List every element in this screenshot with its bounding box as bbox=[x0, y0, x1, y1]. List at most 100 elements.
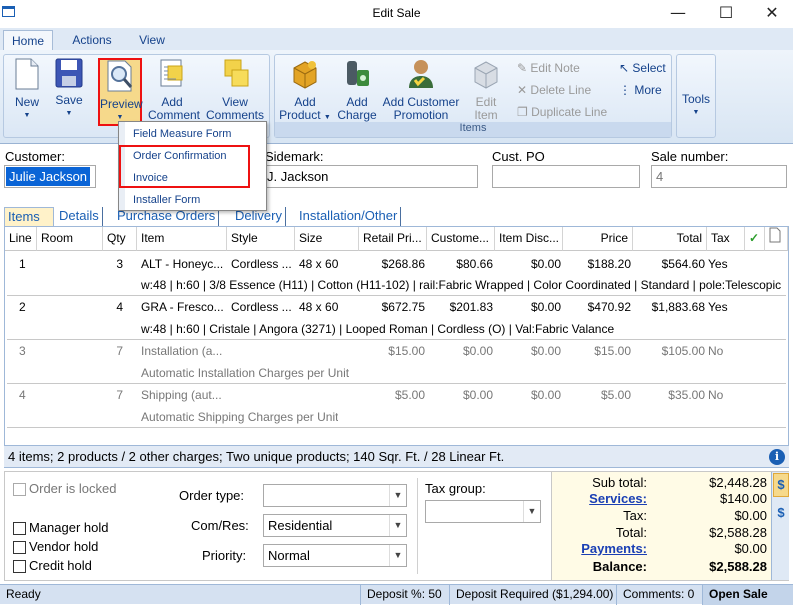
cell-item: Installation (a... bbox=[141, 344, 223, 358]
menu-item-field-measure-form[interactable]: Field Measure Form bbox=[133, 128, 231, 140]
comres-label: Com/Res: bbox=[191, 518, 249, 533]
cell-item-discount: $0.00 bbox=[530, 300, 561, 314]
priority-select[interactable]: Normal ▼ bbox=[263, 544, 407, 567]
tab-home[interactable]: Home bbox=[3, 30, 53, 51]
cell-total: $1,883.68 bbox=[651, 300, 705, 314]
column-header-retail-price[interactable]: Retail Pri... bbox=[359, 227, 427, 251]
order-locked-label: Order is locked bbox=[29, 481, 117, 496]
comment-note-icon bbox=[160, 59, 183, 87]
row-detail: w:48 | h:60 | 3/8 Essence (H11) | Cotton… bbox=[141, 278, 785, 292]
tab-installation-other[interactable]: Installation/Other bbox=[296, 207, 402, 227]
cell-style: Cordless ... bbox=[231, 300, 292, 314]
magnifier-document-icon bbox=[107, 60, 133, 92]
new-button[interactable]: New ▼ bbox=[8, 58, 46, 122]
save-button[interactable]: Save ▼ bbox=[50, 58, 88, 120]
tools-button[interactable]: Tools ▼ bbox=[677, 93, 715, 119]
maximize-button[interactable]: ☐ bbox=[703, 2, 749, 26]
cursor-icon: ↖ bbox=[619, 61, 630, 75]
customer-promotion-icon bbox=[409, 60, 433, 88]
save-disk-icon bbox=[55, 58, 83, 88]
tab-view[interactable]: View bbox=[128, 30, 176, 51]
add-customer-promotion-button[interactable]: Add Customer Promotion bbox=[381, 58, 461, 122]
cell-line: 4 bbox=[19, 388, 26, 402]
tax-value: $0.00 bbox=[734, 508, 767, 523]
more-dots-icon: ⋮ bbox=[619, 83, 631, 97]
column-header-size[interactable]: Size bbox=[295, 227, 359, 251]
column-header-style[interactable]: Style bbox=[227, 227, 295, 251]
duplicate-line-button[interactable]: ❐ Duplicate Line bbox=[517, 103, 607, 121]
column-header-tax[interactable]: Tax bbox=[707, 227, 745, 251]
column-header-price[interactable]: Price bbox=[563, 227, 633, 251]
priority-label: Priority: bbox=[202, 548, 247, 563]
dollar-icon[interactable]: $ bbox=[773, 473, 789, 497]
select-button[interactable]: ↖ Select bbox=[619, 59, 666, 77]
edit-note-icon: ✎ bbox=[517, 61, 528, 75]
manager-hold-checkbox[interactable] bbox=[13, 522, 26, 535]
cell-tax: No bbox=[708, 388, 724, 402]
vendor-hold-checkbox[interactable] bbox=[13, 541, 26, 554]
order-type-select[interactable]: ▼ bbox=[263, 484, 407, 507]
column-header-item[interactable]: Item bbox=[137, 227, 227, 251]
cell-total: $105.00 bbox=[661, 344, 705, 358]
edit-note-button[interactable]: ✎ Edit Note bbox=[517, 59, 580, 77]
services-link[interactable]: Services: bbox=[589, 491, 647, 506]
cell-price: $15.00 bbox=[594, 344, 631, 358]
column-header-total[interactable]: Total bbox=[633, 227, 707, 251]
tab-actions[interactable]: Actions bbox=[64, 30, 120, 51]
customer-field[interactable]: Julie Jackson bbox=[4, 165, 96, 188]
delete-line-button[interactable]: ✕ Delete Line bbox=[517, 81, 591, 99]
cell-price: $188.20 bbox=[587, 257, 631, 271]
divider bbox=[417, 478, 418, 574]
tax-group-select[interactable]: ▼ bbox=[425, 500, 541, 523]
column-header-qty[interactable]: Qty bbox=[103, 227, 137, 251]
row-divider bbox=[7, 383, 786, 384]
more-button[interactable]: ⋮ More bbox=[619, 81, 662, 99]
add-product-button[interactable]: Add Product ▼ bbox=[279, 58, 331, 124]
services-value: $140.00 bbox=[720, 491, 767, 506]
info-icon[interactable]: i bbox=[769, 449, 785, 465]
sale-number-label: Sale number: bbox=[651, 149, 729, 164]
order-options-panel: Order is locked Manager hold Vendor hold… bbox=[4, 471, 789, 581]
tab-details[interactable]: Details bbox=[56, 207, 103, 227]
cell-item: Shipping (aut... bbox=[141, 388, 222, 402]
edit-item-button[interactable]: Edit Item bbox=[465, 58, 507, 122]
cell-size: 48 x 60 bbox=[299, 257, 339, 271]
cell-item-discount: $0.00 bbox=[530, 257, 561, 271]
add-comment-button[interactable]: Add Comment bbox=[148, 58, 200, 122]
cell-customer-price: $0.00 bbox=[462, 344, 493, 358]
cell-price: $5.00 bbox=[600, 388, 631, 402]
cust-po-field[interactable] bbox=[492, 165, 640, 188]
dollar-document-icon[interactable]: $ bbox=[773, 502, 789, 526]
cell-retail-price: $268.86 bbox=[381, 257, 425, 271]
cell-item-discount: $0.00 bbox=[530, 388, 561, 402]
cell-total: $35.00 bbox=[668, 388, 705, 402]
delete-icon: ✕ bbox=[517, 83, 528, 97]
cell-style: Cordless ... bbox=[231, 257, 292, 271]
column-header-customer-price[interactable]: Custome... bbox=[427, 227, 495, 251]
menu-item-installer-form[interactable]: Installer Form bbox=[133, 194, 200, 206]
tax-label: Tax: bbox=[623, 508, 647, 523]
comres-select[interactable]: Residential ▼ bbox=[263, 514, 407, 537]
payments-link[interactable]: Payments: bbox=[581, 541, 647, 556]
chevron-down-icon: ▼ bbox=[389, 485, 406, 506]
grid-summary-bar: 4 items; 2 products / 2 other charges; T… bbox=[4, 445, 789, 467]
preview-button[interactable]: Preview ▼ bbox=[98, 58, 143, 126]
sticky-notes-icon bbox=[224, 59, 249, 87]
items-grid[interactable]: Line Room Qty Item Style Size Retail Pri… bbox=[4, 226, 789, 468]
credit-hold-checkbox[interactable] bbox=[13, 560, 26, 573]
tab-items[interactable]: Items bbox=[4, 207, 54, 227]
cell-customer-price: $201.83 bbox=[449, 300, 493, 314]
column-header-note-icon[interactable] bbox=[765, 227, 788, 251]
manager-hold-label: Manager hold bbox=[29, 520, 109, 535]
sidemark-field[interactable]: J. Jackson bbox=[262, 165, 478, 188]
subtotal-label: Sub total: bbox=[592, 475, 647, 490]
column-header-room[interactable]: Room bbox=[37, 227, 103, 251]
close-button[interactable]: ✕ bbox=[749, 2, 793, 26]
highlight-box bbox=[119, 145, 250, 188]
minimize-button[interactable]: — bbox=[655, 2, 701, 26]
column-header-check-icon[interactable]: ✓ bbox=[745, 227, 765, 251]
column-header-item-discount[interactable]: Item Disc... bbox=[495, 227, 563, 251]
column-header-line[interactable]: Line bbox=[5, 227, 37, 251]
sale-number-field: 4 bbox=[651, 165, 787, 188]
row-divider bbox=[7, 427, 786, 428]
